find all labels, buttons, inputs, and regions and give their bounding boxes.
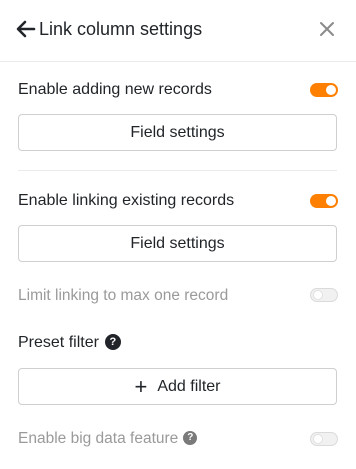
- enable-adding-toggle[interactable]: [310, 83, 338, 97]
- linking-field-settings-button[interactable]: Field settings: [18, 225, 337, 262]
- limit-linking-toggle[interactable]: [310, 288, 338, 302]
- button-label: Field settings: [130, 234, 225, 252]
- limit-linking-label: Limit linking to max one record: [18, 287, 229, 304]
- toggle-knob: [313, 434, 323, 444]
- arrow-left-icon[interactable]: [16, 19, 36, 39]
- toggle-knob: [313, 290, 323, 300]
- plus-icon: +: [134, 373, 148, 399]
- preset-filter-text: Preset filter: [18, 334, 99, 351]
- big-data-label: Enable big data feature?: [18, 429, 198, 449]
- help-icon[interactable]: ?: [183, 430, 198, 445]
- close-icon[interactable]: [318, 20, 336, 38]
- big-data-toggle[interactable]: [310, 432, 338, 446]
- big-data-text: Enable big data feature: [18, 430, 179, 447]
- adding-field-settings-button[interactable]: Field settings: [18, 114, 337, 151]
- add-filter-button[interactable]: + Add filter: [18, 368, 337, 405]
- help-icon[interactable]: ?: [104, 333, 121, 350]
- button-label: Field settings: [130, 123, 225, 141]
- panel-header: Link column settings: [0, 0, 356, 62]
- toggle-knob: [326, 85, 336, 95]
- preset-filter-label: Preset filter?: [18, 333, 121, 353]
- enable-linking-label: Enable linking existing records: [18, 192, 235, 209]
- button-label: Add filter: [157, 377, 221, 395]
- divider: [18, 170, 337, 171]
- toggle-knob: [326, 196, 336, 206]
- enable-adding-label: Enable adding new records: [18, 81, 212, 98]
- enable-linking-toggle[interactable]: [310, 194, 338, 208]
- page-title: Link column settings: [39, 19, 203, 39]
